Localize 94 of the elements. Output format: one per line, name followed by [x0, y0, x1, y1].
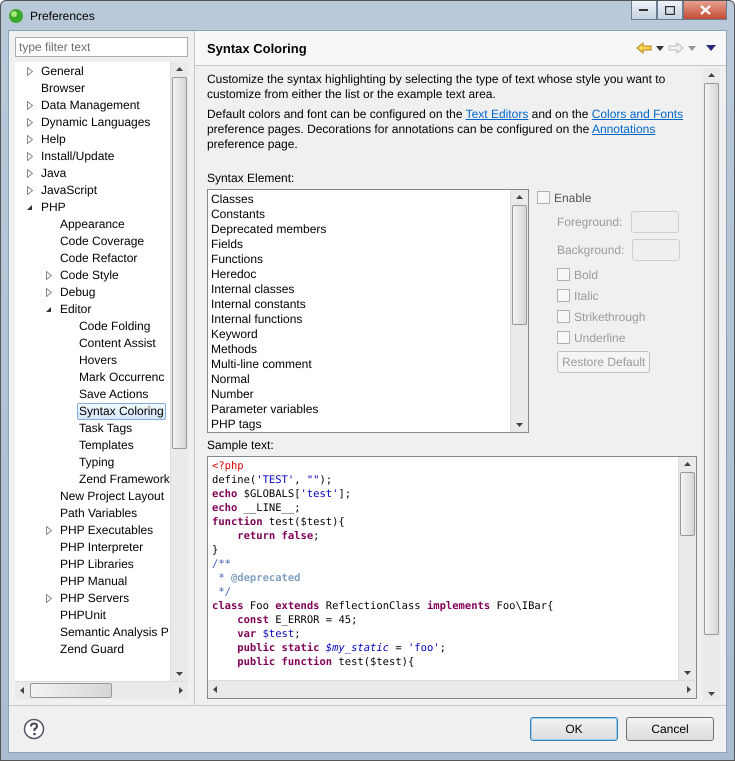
syntax-element-item[interactable]: PHP tags [211, 417, 507, 432]
tree-item[interactable]: Code Refactor [58, 250, 140, 267]
help-icon[interactable] [23, 718, 45, 740]
window-title: Preferences [30, 8, 95, 22]
tree-item[interactable]: PHP Manual [58, 573, 130, 590]
filter-field[interactable]: type filter text [15, 37, 188, 57]
description-text: Customize the syntax highlighting by selecting the type of text whose style you want to customize from either the list or the example text area. [207, 72, 666, 102]
page-scrollbar[interactable] [703, 68, 720, 701]
tree-item[interactable]: Semantic Analysis P [58, 624, 170, 641]
syntax-element-item[interactable]: Parameter variables [211, 402, 507, 417]
tree-item[interactable]: New Project Layout [58, 488, 166, 505]
sample-text-label: Sample text: [207, 438, 274, 452]
expand-arrow-icon[interactable] [46, 526, 52, 535]
tree-item[interactable]: Browser [39, 80, 88, 97]
tree-item[interactable]: PHP Servers [58, 590, 132, 607]
tree-item[interactable]: Zend Guard [58, 641, 126, 658]
tree-item[interactable]: Code Folding [77, 318, 152, 335]
tree-item[interactable]: Task Tags [77, 420, 134, 437]
tree-item[interactable]: Code Style [58, 267, 121, 284]
syntax-element-item[interactable]: Methods [211, 342, 507, 357]
page-title: Syntax Coloring [207, 40, 307, 56]
tree-item[interactable]: Install/Update [39, 148, 116, 165]
syntax-element-item[interactable]: Deprecated members [211, 222, 507, 237]
dropdown-arrow-icon[interactable] [656, 46, 664, 50]
app-icon [8, 8, 24, 24]
description-text: Default colors and font can be configured on the Text Editors and on the Colors and Fonts preference pages. Decorations for annotations can be configured on the Annotations preference page. [207, 107, 684, 152]
expand-arrow-icon[interactable] [46, 594, 52, 603]
tree-item[interactable]: Zend Framework [77, 471, 170, 488]
tree-item[interactable]: PHPUnit [58, 607, 108, 624]
preference-link[interactable]: Annotations [592, 122, 656, 136]
color-label: Background: [557, 242, 624, 258]
dialog-button[interactable]: OK [530, 717, 618, 741]
collapse-arrow-icon[interactable] [26, 204, 33, 211]
syntax-element-item[interactable]: Internal classes [211, 282, 507, 297]
syntax-element-item[interactable]: Internal constants [211, 297, 507, 312]
tree-item[interactable]: Code Coverage [58, 233, 146, 250]
syntax-element-item[interactable]: Number [211, 387, 507, 402]
syntax-element-item[interactable]: Normal [211, 372, 507, 387]
syntax-element-item[interactable]: Fields [211, 237, 507, 252]
collapse-arrow-icon[interactable] [45, 306, 52, 313]
tree-item[interactable]: Editor [58, 301, 94, 318]
list-scrollbar[interactable] [510, 190, 528, 432]
scroll-thumb[interactable] [704, 83, 719, 635]
tree-scrollbar[interactable] [170, 62, 188, 681]
close-icon [700, 5, 710, 15]
enable-checkbox[interactable]: Enable [537, 190, 680, 205]
tree-item[interactable]: Dynamic Languages [39, 114, 152, 131]
tree-item[interactable]: PHP Interpreter [58, 539, 146, 556]
minimize-button[interactable] [631, 1, 657, 20]
maximize-icon [665, 6, 675, 14]
syntax-element-label: Syntax Element: [207, 171, 294, 185]
syntax-element-item[interactable]: Internal functions [211, 312, 507, 327]
syntax-element-item[interactable]: Multi-line comment [211, 357, 507, 372]
tree-item[interactable]: JavaScript [39, 182, 100, 199]
scroll-thumb[interactable] [512, 205, 527, 325]
tree-item[interactable]: Save Actions [77, 386, 150, 403]
color-picker-button[interactable] [632, 239, 680, 261]
tree-item[interactable]: PHP Executables [58, 522, 156, 539]
dialog-button[interactable]: Cancel [626, 717, 714, 741]
color-label: Foreground: [557, 214, 623, 230]
tree-item[interactable]: Debug [58, 284, 98, 301]
tree-item[interactable]: Appearance [58, 216, 127, 233]
syntax-element-item[interactable]: Functions [211, 252, 507, 267]
tree-item[interactable]: General [39, 63, 86, 80]
color-picker-button[interactable] [631, 211, 679, 233]
syntax-element-item[interactable]: Keyword [211, 327, 507, 342]
tree-item[interactable]: Mark Occurrenc [77, 369, 166, 386]
tree-item[interactable]: Typing [77, 454, 116, 471]
maximize-button[interactable] [657, 1, 683, 20]
tree-item[interactable]: Hovers [77, 352, 120, 369]
tree-item[interactable]: Syntax Coloring [77, 403, 166, 420]
tree-item[interactable]: Help [39, 131, 68, 148]
tree-item[interactable]: PHP Libraries [58, 556, 136, 573]
code-horizontal-scrollbar[interactable] [208, 680, 696, 698]
menu-icon[interactable] [706, 45, 716, 51]
close-button[interactable] [683, 1, 727, 20]
tree-item[interactable]: Content Assist [77, 335, 158, 352]
scroll-thumb[interactable] [172, 77, 187, 449]
preference-link[interactable]: Colors and Fonts [592, 107, 684, 121]
expand-arrow-icon[interactable] [26, 67, 32, 76]
syntax-element-item[interactable]: Constants [211, 207, 507, 222]
tree-item[interactable]: PHP [39, 199, 68, 216]
tree-item[interactable]: Data Management [39, 97, 142, 114]
code-scrollbar[interactable] [678, 457, 696, 680]
tree-horizontal-scrollbar[interactable] [15, 681, 188, 699]
tree-item[interactable]: Path Variables [58, 505, 140, 522]
syntax-element-item[interactable]: Classes [211, 192, 507, 207]
preference-link[interactable]: Text Editors [466, 107, 528, 121]
minimize-icon [639, 8, 649, 12]
tree-item[interactable]: Java [39, 165, 68, 182]
syntax-element-item[interactable]: Heredoc [211, 267, 507, 282]
scroll-thumb[interactable] [30, 683, 112, 698]
tree-item[interactable]: Templates [77, 437, 136, 454]
scroll-thumb[interactable] [680, 472, 695, 536]
